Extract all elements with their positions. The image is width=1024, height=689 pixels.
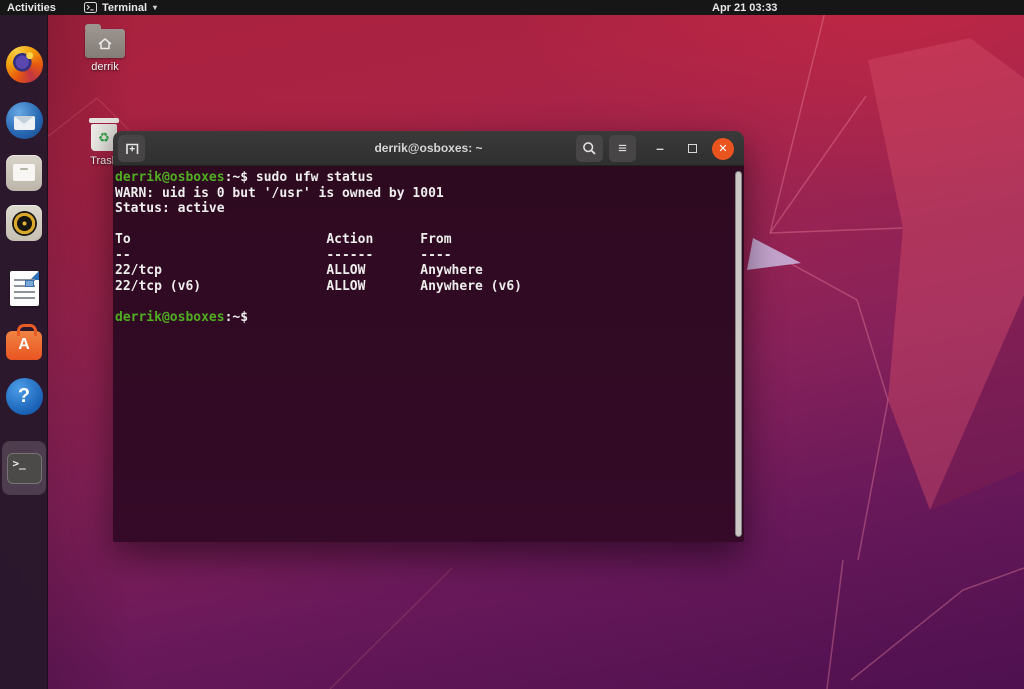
terminal-line: [115, 217, 730, 233]
rhythmbox-icon: [6, 205, 42, 241]
search-icon: [582, 141, 597, 156]
desktop-icon-home-folder[interactable]: derrik: [82, 22, 128, 73]
chevron-down-icon: ▾: [153, 3, 157, 12]
image-thumb-icon: [25, 280, 34, 287]
terminal-scrollbar[interactable]: [735, 171, 742, 537]
minimize-button[interactable]: –: [650, 135, 670, 162]
terminal-line: [115, 294, 730, 310]
clock[interactable]: Apr 21 03:33: [712, 0, 777, 15]
dock: A ? >_: [0, 15, 48, 689]
desktop-screen: Activities Terminal ▾ Apr 21 03:33: [0, 0, 1024, 689]
terminal-app-icon: >_: [7, 453, 42, 484]
thunderbird-icon: [6, 102, 43, 139]
window-titlebar[interactable]: derrik@osboxes: ~ ≡ –: [113, 131, 744, 166]
ubuntu-software-icon: A: [6, 331, 42, 360]
terminal-line: Status: active: [115, 201, 730, 217]
home-icon: [96, 36, 114, 51]
files-icon: [6, 155, 42, 191]
hamburger-menu-button[interactable]: ≡: [609, 135, 636, 162]
titlebar-controls: ≡ – ✕: [576, 135, 734, 162]
search-button[interactable]: [576, 135, 603, 162]
app-menu-label: Terminal: [102, 2, 147, 14]
dock-item-files[interactable]: [2, 148, 46, 198]
speaker-icon: [12, 211, 37, 236]
prompt-symbol: $: [240, 170, 256, 185]
terminal-line-table-divider: -- ------ ----: [115, 248, 730, 264]
maximize-icon: [688, 144, 697, 153]
dock-item-libreoffice-writer[interactable]: [2, 263, 46, 313]
new-tab-icon: [124, 141, 140, 156]
close-button[interactable]: ✕: [712, 138, 734, 160]
terminal-line-table-header: To Action From: [115, 232, 730, 248]
activities-button[interactable]: Activities: [0, 0, 63, 15]
drawer-icon: [13, 164, 35, 181]
prompt-symbol: $: [240, 310, 256, 325]
terminal-line-prompt: derrik@osboxes:~$: [115, 310, 730, 326]
terminal-line: WARN: uid is 0 but '/usr' is owned by 10…: [115, 186, 730, 202]
terminal-content[interactable]: derrik@osboxes:~$ sudo ufw status WARN: …: [113, 166, 744, 542]
help-icon: ?: [6, 378, 43, 415]
writer-document-icon: [10, 271, 39, 306]
prompt-user-host: derrik@osboxes: [115, 170, 225, 185]
prompt-user-host: derrik@osboxes: [115, 310, 225, 325]
new-tab-button[interactable]: [118, 135, 145, 162]
terminal-menu-icon: [84, 2, 97, 13]
trash-lid-icon: [89, 118, 119, 123]
dock-item-firefox[interactable]: [2, 39, 46, 89]
dock-item-thunderbird[interactable]: [2, 95, 46, 145]
dock-item-terminal[interactable]: >_: [2, 441, 46, 495]
terminal-line-table-row: 22/tcp ALLOW Anywhere: [115, 263, 730, 279]
firefox-icon: [6, 46, 43, 83]
dock-item-help[interactable]: ?: [2, 371, 46, 421]
folder-icon: [85, 29, 125, 58]
terminal-line-table-row: 22/tcp (v6) ALLOW Anywhere (v6): [115, 279, 730, 295]
terminal-window: derrik@osboxes: ~ ≡ –: [113, 131, 744, 542]
app-menu-terminal[interactable]: Terminal ▾: [84, 0, 157, 15]
dock-item-rhythmbox[interactable]: [2, 198, 46, 248]
maximize-button[interactable]: [682, 135, 702, 162]
envelope-icon: [14, 116, 35, 130]
command-text: sudo ufw status: [256, 170, 373, 185]
terminal-line-command: derrik@osboxes:~$ sudo ufw status: [115, 170, 730, 186]
top-bar: Activities Terminal ▾ Apr 21 03:33: [0, 0, 1024, 15]
home-folder-label: derrik: [91, 61, 119, 73]
dock-item-ubuntu-software[interactable]: A: [2, 317, 46, 367]
